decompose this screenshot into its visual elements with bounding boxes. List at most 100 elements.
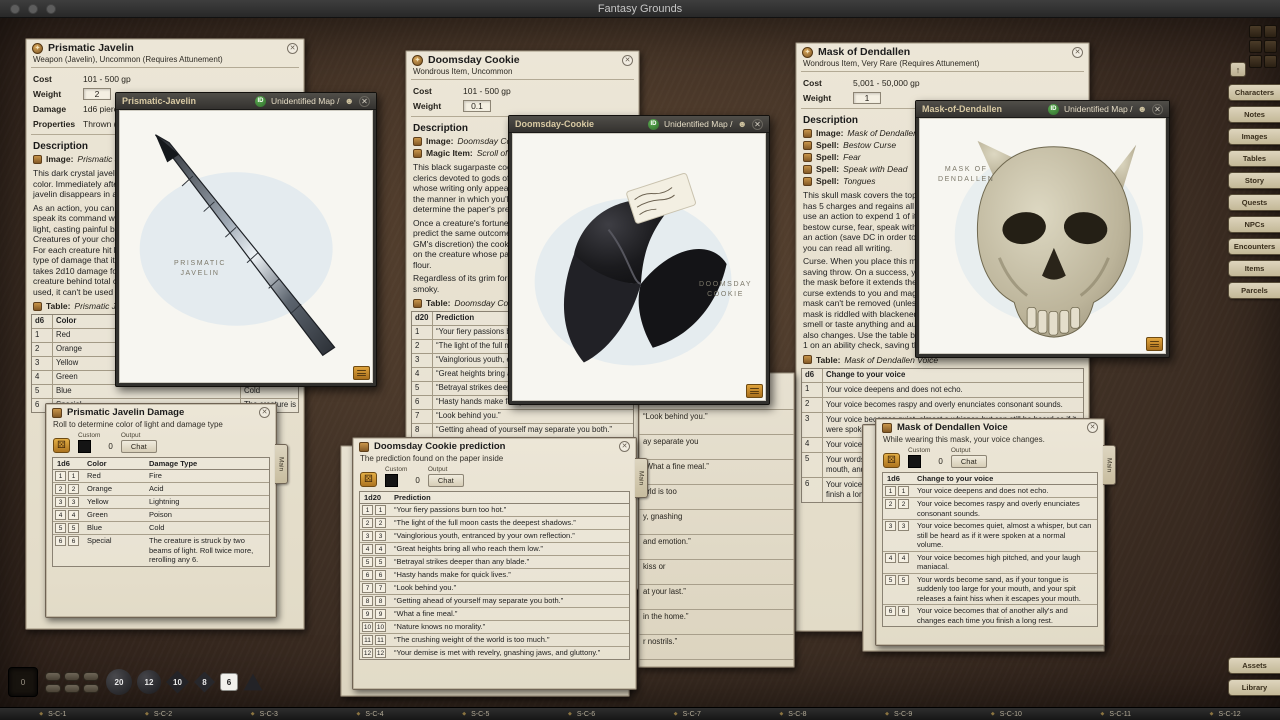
range-to[interactable]: 2 xyxy=(68,484,79,494)
range-from[interactable]: 6 xyxy=(55,536,66,546)
layers-button[interactable] xyxy=(353,366,370,380)
range-from[interactable]: 11 xyxy=(362,635,373,645)
modifier-button[interactable] xyxy=(45,684,61,693)
close-icon[interactable]: ✕ xyxy=(622,55,633,66)
table-row[interactable]: 44 Your voice becomes high pitched, and … xyxy=(883,552,1097,574)
taskbar-tab[interactable]: ◆S-C-5 xyxy=(462,711,489,718)
roll-button[interactable]: ⚄ xyxy=(883,453,900,468)
taskbar-tab[interactable]: ◆S-C-4 xyxy=(357,711,384,718)
range-to[interactable]: 1 xyxy=(68,471,79,481)
taskbar-tab[interactable]: ◆S-C-9 xyxy=(885,711,912,718)
traffic-dot[interactable] xyxy=(10,4,20,14)
traffic-dot[interactable] xyxy=(28,4,38,14)
range-to[interactable]: 3 xyxy=(375,531,386,541)
image-canvas[interactable]: PRISMATICJAVELIN xyxy=(119,110,373,383)
image-canvas[interactable]: MASK OFDENDALLEN xyxy=(919,118,1166,354)
custom-die-slot[interactable] xyxy=(78,440,91,453)
range-to[interactable]: 2 xyxy=(375,518,386,528)
range-to[interactable]: 4 xyxy=(68,510,79,520)
d20-die[interactable]: 20 xyxy=(106,669,132,695)
sidebar-tab[interactable]: Items xyxy=(1228,260,1280,277)
range-from[interactable]: 3 xyxy=(55,497,66,507)
d6-die[interactable]: 6 xyxy=(220,673,238,691)
table-row[interactable]: 66 “Hasty hands make for quick lives.” xyxy=(360,569,629,582)
range-from[interactable]: 4 xyxy=(55,510,66,520)
range-from[interactable]: 2 xyxy=(55,484,66,494)
identified-badge[interactable]: ID xyxy=(648,119,659,130)
modifier-button[interactable] xyxy=(83,684,99,693)
taskbar-tab[interactable]: ◆S-C-6 xyxy=(568,711,595,718)
close-icon[interactable]: ✕ xyxy=(1087,422,1098,433)
range-from[interactable]: 1 xyxy=(885,486,896,496)
window-titlebar[interactable]: ✦ Prismatic Javelin ✕ xyxy=(26,39,304,55)
sidebar-tab[interactable]: Images xyxy=(1228,128,1280,145)
table-row[interactable]: 22 Orange Acid xyxy=(53,483,269,496)
identified-badge[interactable]: ID xyxy=(255,96,266,107)
range-to[interactable]: 1 xyxy=(375,505,386,515)
close-icon[interactable]: ✕ xyxy=(752,119,763,130)
window-titlebar[interactable]: ✦ Mask of Dendallen ✕ xyxy=(796,43,1089,59)
players-icon[interactable]: ☻ xyxy=(345,97,354,106)
table-row[interactable]: 55 Blue Cold xyxy=(53,522,269,535)
sidebar-tool-button[interactable] xyxy=(1249,55,1262,68)
range-from[interactable]: 1 xyxy=(55,471,66,481)
image-canvas[interactable]: DOOMSDAYCOOKIE xyxy=(512,133,766,401)
range-to[interactable]: 5 xyxy=(68,523,79,533)
sidebar-tab[interactable]: Characters xyxy=(1228,84,1280,101)
sidebar-tool-button[interactable] xyxy=(1264,40,1277,53)
d12-die[interactable]: 12 xyxy=(137,670,161,694)
taskbar-tab[interactable]: ◆S-C-8 xyxy=(779,711,806,718)
output-chat-button[interactable]: Chat xyxy=(121,440,157,453)
table-row[interactable]: 66 Your voice becomes that of another al… xyxy=(883,605,1097,626)
tab-main[interactable]: Main xyxy=(635,458,648,498)
close-icon[interactable]: ✕ xyxy=(1072,47,1083,58)
sidebar-tool-button[interactable] xyxy=(1264,55,1277,68)
window-controls[interactable] xyxy=(10,4,56,14)
taskbar-tab[interactable]: ◆S-C-3 xyxy=(251,711,278,718)
close-icon[interactable]: ✕ xyxy=(1152,104,1163,115)
range-to[interactable]: 3 xyxy=(68,497,79,507)
table-row[interactable]: 55 “Betrayal strikes deeper than any bla… xyxy=(360,556,629,569)
weight-field[interactable]: 0.1 xyxy=(463,100,491,112)
sidebar-tool-button[interactable] xyxy=(1264,25,1277,38)
range-from[interactable]: 7 xyxy=(362,583,373,593)
image-window-mask-of-dendallen[interactable]: Mask-of-Dendallen ID Unidentified Map / … xyxy=(915,100,1170,358)
close-icon[interactable]: ✕ xyxy=(259,407,270,418)
range-to[interactable]: 8 xyxy=(375,596,386,606)
roll-button[interactable]: ⚄ xyxy=(360,472,377,487)
window-titlebar[interactable]: Prismatic Javelin Damage ✕ xyxy=(46,404,276,419)
identified-badge[interactable]: ID xyxy=(1048,104,1059,115)
table-row[interactable]: 66 Special The creature is struck by two… xyxy=(53,535,269,566)
traffic-dot[interactable] xyxy=(46,4,56,14)
taskbar-tab[interactable]: ◆S-C-2 xyxy=(145,711,172,718)
range-from[interactable]: 1 xyxy=(362,505,373,515)
d10-die[interactable]: 10 xyxy=(166,671,189,694)
table-row[interactable]: 33 “Vainglorious youth, entranced by you… xyxy=(360,530,629,543)
table-window-mask-of-dendallen-voice[interactable]: Main Mask of Dendallen Voice ✕ While wea… xyxy=(875,418,1105,646)
range-to[interactable]: 1 xyxy=(898,486,909,496)
range-to[interactable]: 4 xyxy=(898,553,909,563)
sidebar-tab[interactable]: Library xyxy=(1228,679,1280,696)
modifier-button[interactable] xyxy=(83,672,99,681)
taskbar-tab[interactable]: ◆S-C-11 xyxy=(1101,711,1132,718)
d4-die[interactable] xyxy=(243,673,263,692)
custom-value[interactable]: 0 xyxy=(938,457,942,468)
sidebar-tab[interactable]: Story xyxy=(1228,172,1280,189)
table-row[interactable]: 77 “Look behind you.” xyxy=(360,582,629,595)
image-window-titlebar[interactable]: Doomsday-Cookie ID Unidentified Map / ☻ … xyxy=(509,116,769,133)
range-from[interactable]: 4 xyxy=(362,544,373,554)
window-titlebar[interactable]: Doomsday Cookie prediction ✕ xyxy=(353,438,636,453)
table-row[interactable]: 11 Red Fire xyxy=(53,470,269,483)
roll-button[interactable]: ⚄ xyxy=(53,438,70,453)
background-table-window[interactable]: “Hasty hands make for quick lives.”“Look… xyxy=(638,372,795,668)
modifier-button[interactable] xyxy=(64,684,80,693)
range-from[interactable]: 3 xyxy=(362,531,373,541)
modifier-box[interactable]: 0 xyxy=(8,667,38,697)
table-row[interactable]: 22 “The light of the full moon casts the… xyxy=(360,517,629,530)
table-row[interactable]: 99 “What a fine meal.” xyxy=(360,608,629,621)
table-row[interactable]: 22 Your voice becomes raspy and overly e… xyxy=(883,498,1097,520)
range-from[interactable]: 9 xyxy=(362,609,373,619)
range-to[interactable]: 5 xyxy=(375,557,386,567)
range-from[interactable]: 4 xyxy=(885,553,896,563)
table-row[interactable]: 1111 “The crushing weight of the world i… xyxy=(360,634,629,647)
